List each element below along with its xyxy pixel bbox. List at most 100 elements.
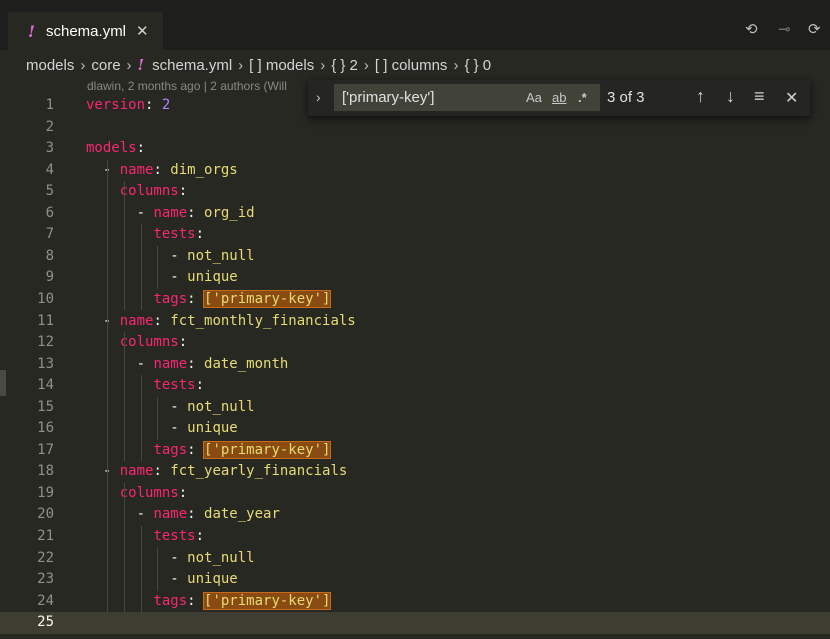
code-token: not_null <box>187 247 255 264</box>
code-token: name <box>119 463 154 480</box>
line-number: 19 <box>37 484 54 501</box>
yaml-file-icon: ! <box>137 56 145 74</box>
indent-guide <box>140 375 142 462</box>
code-token: fct_yearly_financials <box>170 463 348 480</box>
code-line[interactable]: 2 <box>0 117 830 139</box>
code-token: : <box>187 355 205 372</box>
code-token: - <box>86 269 188 286</box>
code-token: - <box>86 355 154 372</box>
tab-schema-yml[interactable]: ! schema.yml ✕ <box>8 12 163 50</box>
match-count: 3 of 3 <box>607 89 645 106</box>
code-token: : <box>195 226 205 243</box>
timeline-forward-icon[interactable]: ⟳ <box>808 20 821 38</box>
next-match-icon[interactable]: ↓ <box>726 86 735 107</box>
line-number: 20 <box>37 506 54 523</box>
code-token: tags <box>153 441 188 458</box>
line-code: columns: <box>86 183 187 199</box>
line-code: - name: dim_orgs <box>86 162 238 178</box>
breadcrumb-item[interactable]: models <box>26 57 74 74</box>
line-number: 10 <box>37 290 54 307</box>
code-token: columns <box>119 183 179 200</box>
breadcrumb-item[interactable]: schema.yml <box>152 57 232 74</box>
line-number: 25 <box>37 614 54 631</box>
timeline-back-icon[interactable]: ⟲ <box>745 20 758 38</box>
line-code: tags: ['primary-key'] <box>86 591 332 610</box>
line-code: tags: ['primary-key'] <box>86 440 332 459</box>
indent-guide <box>106 159 108 613</box>
code-token: tests <box>153 226 196 243</box>
match-case-icon[interactable]: Aa <box>526 90 542 105</box>
line-number: 17 <box>37 441 54 458</box>
chevron-right-icon: › <box>320 56 326 74</box>
code-line[interactable]: 18 - name: fct_yearly_financials <box>0 461 830 483</box>
breadcrumb-item[interactable]: [ ] columns <box>375 57 448 74</box>
indent-guide <box>123 482 125 613</box>
code-line[interactable]: 4 - name: dim_orgs <box>0 160 830 182</box>
code-token: - <box>86 463 120 480</box>
breadcrumb: models › core › ! schema.yml › [ ] model… <box>0 50 830 80</box>
line-code: tests: <box>86 377 204 393</box>
code-token: unique <box>187 420 238 437</box>
code-token: : <box>136 140 146 157</box>
code-token: - <box>86 247 188 264</box>
find-in-selection-icon[interactable]: ≡ <box>754 86 765 107</box>
code-token: - <box>86 549 188 566</box>
code-token: - <box>86 420 188 437</box>
breadcrumb-item[interactable]: core <box>91 57 120 74</box>
search-match-highlight: ['primary-key'] <box>203 440 332 459</box>
code-token: : <box>178 484 188 501</box>
code-token: - <box>86 571 188 588</box>
line-number: 23 <box>37 571 54 588</box>
indent-guide <box>157 245 159 289</box>
line-number: 7 <box>45 226 54 243</box>
scroll-indicator[interactable] <box>0 370 6 396</box>
search-match-highlight: ['primary-key'] <box>203 289 332 308</box>
line-code: tests: <box>86 226 204 242</box>
code-token: - <box>86 506 154 523</box>
line-number: 6 <box>45 204 54 221</box>
code-token: name <box>153 506 188 523</box>
indent-guide <box>140 526 142 613</box>
code-token: tags <box>153 290 188 307</box>
commit-icon[interactable]: ⊸ <box>778 20 791 38</box>
code-token: : <box>187 290 205 307</box>
line-number: 15 <box>37 398 54 415</box>
tab-label: schema.yml <box>46 22 127 40</box>
code-line[interactable]: 3 models: <box>0 138 830 160</box>
line-number: 24 <box>37 592 54 609</box>
breadcrumb-item[interactable]: [ ] models <box>249 57 314 74</box>
line-number: 21 <box>37 528 54 544</box>
find-widget: › Aa ab .* 3 of 3 ↑ ↓ ≡ ✕ <box>308 80 810 117</box>
code-token: name <box>119 312 154 329</box>
code-token: fct_monthly_financials <box>170 312 356 329</box>
code-token: tests <box>153 377 196 394</box>
close-tab-icon[interactable]: ✕ <box>136 22 149 40</box>
code-token: - <box>86 161 120 178</box>
toggle-replace-icon[interactable]: › <box>316 89 321 105</box>
code-line[interactable]: 11 - name: fct_monthly_financials <box>0 311 830 333</box>
code-editor[interactable]: dlawin, 2 months ago | 2 authors (Will 1… <box>0 79 830 639</box>
code-token: : <box>195 528 205 544</box>
code-line[interactable]: 25 <box>0 612 830 635</box>
yaml-file-icon: ! <box>28 21 36 41</box>
line-code: - not_null <box>86 398 255 415</box>
match-whole-word-icon[interactable]: ab <box>552 90 566 105</box>
regex-icon[interactable]: .* <box>578 90 587 105</box>
line-code: - name: date_year <box>86 506 280 522</box>
indent-guide <box>157 396 159 440</box>
code-token: not_null <box>187 398 255 415</box>
code-token: tests <box>153 528 196 544</box>
code-token: models <box>86 140 137 157</box>
line-code: version: 2 <box>86 97 170 113</box>
chevron-right-icon: › <box>126 56 132 74</box>
line-code: - not_null <box>86 247 255 264</box>
code-token: unique <box>187 571 238 588</box>
close-find-icon[interactable]: ✕ <box>785 88 798 108</box>
breadcrumb-item[interactable]: { } 0 <box>464 57 491 74</box>
breadcrumb-item[interactable]: { } 2 <box>331 57 358 74</box>
line-code: - unique <box>86 420 238 437</box>
previous-match-icon[interactable]: ↑ <box>696 86 705 107</box>
